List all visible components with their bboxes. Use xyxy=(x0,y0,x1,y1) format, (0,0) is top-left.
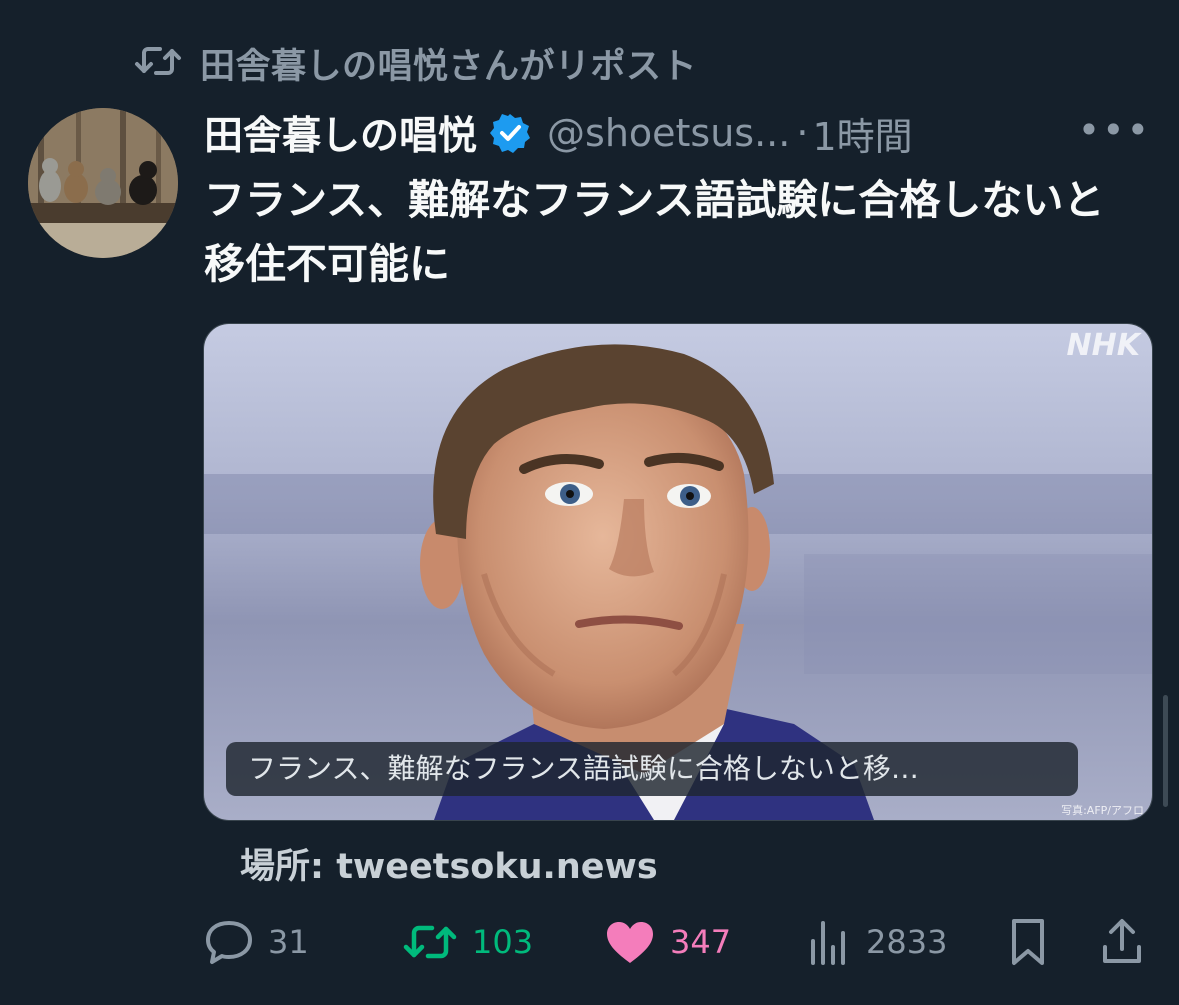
repost-label: 田舎暮しの唱悦さんがリポスト xyxy=(200,46,698,87)
repost-action-icon xyxy=(402,919,458,965)
views-button[interactable]: 2833 xyxy=(808,912,947,972)
verified-badge-icon[interactable] xyxy=(489,112,531,154)
repost-header[interactable]: 田舎暮しの唱悦さんがリポスト xyxy=(134,36,697,90)
link-source[interactable]: 場所: tweetsoku.news xyxy=(240,838,658,889)
tweet-text: フランス、難解なフランス語試験に合格しないと移住不可能に xyxy=(204,176,1105,288)
tweet-header: 田舎暮しの唱悦 @shoetsus... · 1時間 ••• xyxy=(204,102,1155,164)
display-name[interactable]: 田舎暮しの唱悦 xyxy=(204,105,477,161)
like-count: 347 xyxy=(670,923,732,961)
card-caption: フランス、難解なフランス語試験に合格しないと移… xyxy=(226,742,1078,796)
timestamp[interactable]: 1時間 xyxy=(812,106,912,161)
reply-count: 31 xyxy=(268,923,309,961)
bookmark-button[interactable] xyxy=(1008,912,1048,972)
bookmark-icon xyxy=(1008,917,1048,967)
nhk-watermark: NHK xyxy=(1066,328,1140,363)
source-prefix: 場所: xyxy=(240,847,324,887)
avatar[interactable] xyxy=(28,108,178,258)
action-bar: 31 103 347 2833 xyxy=(204,912,1154,972)
share-icon xyxy=(1100,917,1144,967)
analytics-icon xyxy=(808,919,852,965)
views-count: 2833 xyxy=(866,923,948,961)
like-button[interactable]: 347 xyxy=(604,912,731,972)
link-card[interactable]: NHK フランス、難解なフランス語試験に合格しないと移… 写真:AFP/アフロ xyxy=(203,323,1153,821)
reply-button[interactable]: 31 xyxy=(204,912,309,972)
repost-count: 103 xyxy=(472,923,534,961)
share-button[interactable] xyxy=(1100,912,1144,972)
source-domain: tweetsoku.news xyxy=(336,847,658,887)
photo-credit: 写真:AFP/アフロ xyxy=(1061,804,1144,817)
repost-button[interactable]: 103 xyxy=(402,912,533,972)
heart-icon xyxy=(604,919,656,965)
reply-icon xyxy=(204,919,254,965)
separator-dot: · xyxy=(796,111,809,155)
more-options-icon[interactable]: ••• xyxy=(1078,108,1151,152)
scrollbar[interactable] xyxy=(1163,695,1168,807)
user-handle[interactable]: @shoetsus... xyxy=(547,111,790,155)
repost-icon xyxy=(134,41,182,85)
